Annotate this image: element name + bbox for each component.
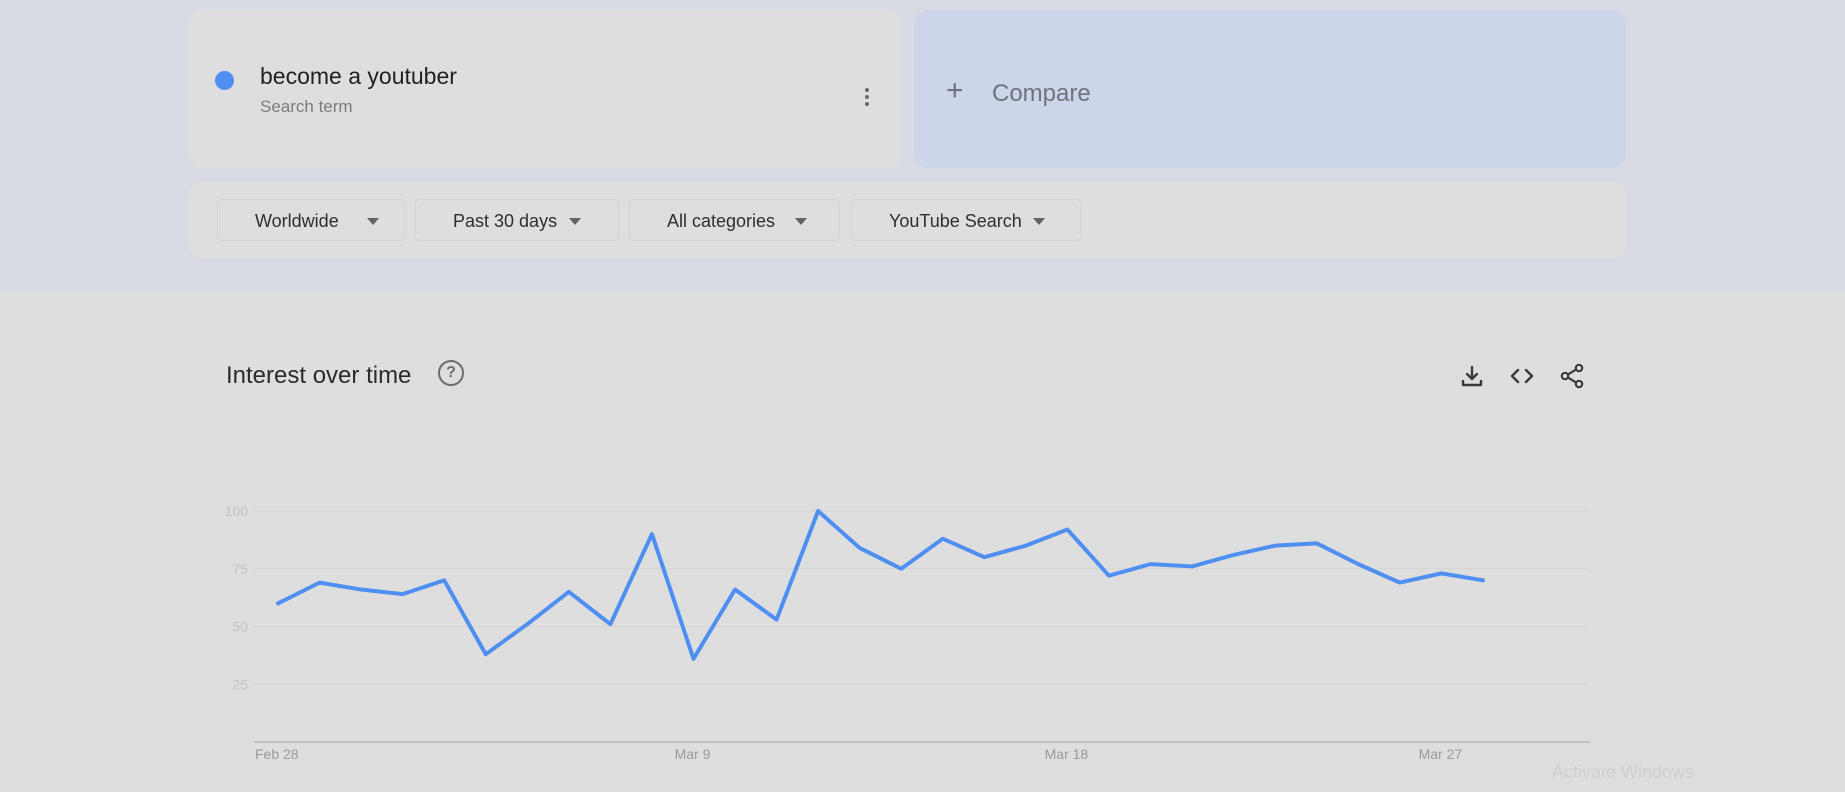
x-tick-label: Mar 18: [1045, 746, 1089, 762]
y-tick-label: 75: [232, 561, 248, 577]
watermark-text: Activate Windows: [1552, 762, 1694, 783]
interest-line-chart: 25 50 75 100 Feb 28 Mar 9 Mar 18 Mar 27: [0, 0, 1845, 776]
x-tick-label: Mar 9: [675, 746, 711, 762]
y-tick-label: 50: [232, 619, 248, 635]
y-tick-label: 100: [225, 503, 249, 519]
y-tick-label: 25: [232, 676, 248, 692]
x-tick-label: Mar 27: [1419, 746, 1463, 762]
series-line: [278, 511, 1483, 659]
x-tick-label: Feb 28: [255, 746, 299, 762]
